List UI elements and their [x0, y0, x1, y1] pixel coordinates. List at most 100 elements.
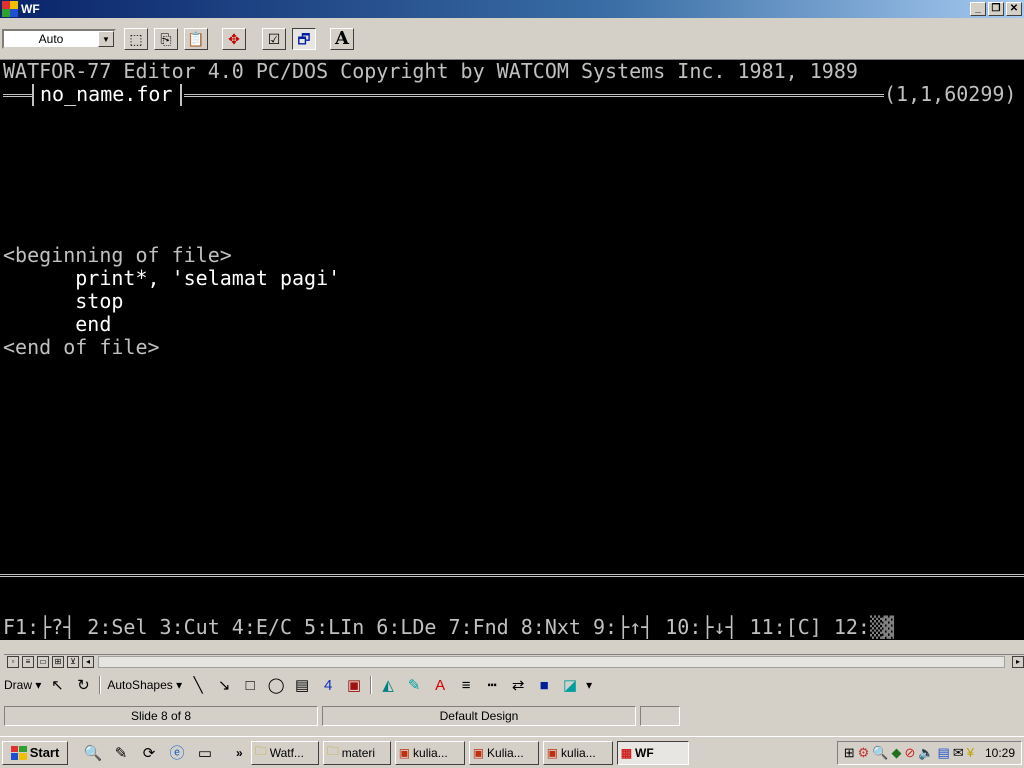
tray-icon[interactable]: ◆ — [891, 745, 901, 761]
line-color-icon[interactable]: ✎ — [404, 675, 424, 695]
code-line: <beginning of file> — [3, 243, 232, 267]
autoshapes-menu[interactable]: AutoShapes ▾ — [107, 678, 182, 692]
view-bar: ▫ ≡ ▭ ⊞ ⊻ ◂ ▸ — [4, 654, 1024, 668]
code-line: stop — [3, 289, 124, 313]
font-button[interactable]: A — [330, 28, 354, 50]
cursor-position: (1,1,60299) — [884, 82, 1017, 106]
tray-icon[interactable]: ⊞ — [844, 745, 855, 761]
properties-icon: ☑ — [267, 31, 281, 47]
tray-icon[interactable]: ▤ — [938, 745, 950, 761]
more-buttons-icon[interactable]: ▾ — [586, 678, 592, 692]
arrow-icon[interactable]: ↘ — [214, 675, 234, 695]
3d-icon[interactable]: ◪ — [560, 675, 580, 695]
background-icon: 🗗 — [297, 31, 311, 47]
shadow-icon[interactable]: ■ — [534, 675, 554, 695]
function-key-bar: F1:├?┤ 2:Sel 3:Cut 4:E/C 5:LIn 6:LDe 7:F… — [3, 616, 894, 639]
minimize-button[interactable]: _ — [970, 2, 986, 16]
quick-launch: 🔍 ✎ ⟳ ⓔ ▭ — [82, 742, 216, 764]
powerpoint-icon: ▣ — [398, 745, 411, 760]
draw-menu[interactable]: Draw ▾ — [4, 678, 41, 692]
fullscreen-button[interactable]: ✥ — [222, 28, 246, 50]
arrow-style-icon[interactable]: ⇄ — [508, 675, 528, 695]
mark-button[interactable]: ⬚ — [124, 28, 148, 50]
scroll-right-button[interactable]: ▸ — [1012, 655, 1024, 668]
normal-view-button[interactable]: ▫ — [7, 655, 19, 668]
separator — [99, 676, 102, 694]
task-button[interactable]: 🗀 Watf... — [250, 740, 319, 765]
tray-icon[interactable]: ✉ — [953, 745, 964, 761]
rectangle-icon[interactable]: □ — [240, 675, 260, 695]
paste-button[interactable]: 📋 — [184, 28, 208, 50]
copy-icon: ⎘ — [160, 31, 172, 47]
sync-icon[interactable]: ⟳ — [138, 742, 160, 764]
properties-button[interactable]: ☑ — [262, 28, 286, 50]
dos-screen[interactable]: WATFOR-77 Editor 4.0 PC/DOS Copyright by… — [0, 60, 1024, 640]
editor-banner: WATFOR-77 Editor 4.0 PC/DOS Copyright by… — [3, 60, 858, 83]
start-label: Start — [29, 745, 60, 760]
code-line: end — [3, 312, 112, 336]
status-divider — [0, 574, 1024, 577]
pointer-icon[interactable]: ↖ — [47, 675, 67, 695]
horizontal-scrollbar[interactable] — [98, 655, 1005, 668]
start-button[interactable]: Start — [2, 740, 68, 765]
windows-logo-icon — [10, 745, 27, 760]
rotate-icon[interactable]: ↻ — [73, 675, 93, 695]
edit-icon[interactable]: ✎ — [110, 742, 132, 764]
task-label: Watf... — [269, 745, 304, 760]
title-rule-left — [3, 94, 33, 97]
font-size-value: Auto — [38, 32, 64, 46]
tray-icon[interactable]: ⚙ — [858, 745, 870, 761]
tray-icon[interactable]: 🔍 — [872, 745, 888, 761]
status-bar: Slide 8 of 8 Default Design — [4, 706, 1024, 728]
design-status: Default Design — [322, 706, 636, 726]
title-rule-right — [184, 94, 884, 97]
tray-icon[interactable]: ⊘ — [904, 745, 915, 761]
fill-color-icon[interactable]: ◭ — [378, 675, 398, 695]
outline-view-button[interactable]: ≡ — [22, 655, 34, 668]
more-chevron-icon[interactable]: » — [236, 746, 243, 760]
textbox-icon[interactable]: ▤ — [292, 675, 312, 695]
autoshapes-label: AutoShapes — [107, 678, 173, 692]
oval-icon[interactable]: ◯ — [266, 675, 286, 695]
wordart-icon[interactable]: 4 — [318, 675, 338, 695]
tray-icon[interactable]: ¥ — [967, 745, 974, 760]
scroll-left-button[interactable]: ◂ — [82, 655, 94, 668]
maximize-button[interactable]: ❐ — [988, 2, 1004, 16]
drawing-toolbar: Draw ▾ ↖ ↻ AutoShapes ▾ ╲ ↘ □ ◯ ▤ 4 ▣ ◭ … — [4, 672, 1024, 698]
font-color-icon[interactable]: A — [430, 675, 450, 695]
app-icon: ▦ — [620, 745, 633, 760]
background-button[interactable]: 🗗 — [292, 28, 316, 50]
code-line: <end of file> — [3, 335, 160, 359]
task-label: Kulia... — [487, 745, 524, 760]
task-button[interactable]: 🗀 materi — [322, 740, 391, 765]
slide-view-button[interactable]: ▭ — [37, 655, 49, 668]
dash-style-icon[interactable]: ┅ — [482, 675, 502, 695]
folder-icon: 🗀 — [326, 744, 339, 758]
chevron-down-icon[interactable]: ▼ — [98, 31, 114, 47]
presentation-app: ▫ ≡ ▭ ⊞ ⊻ ◂ ▸ Draw ▾ ↖ ↻ AutoShapes ▾ ╲ … — [0, 640, 1024, 736]
task-button[interactable]: ▣ Kulia... — [468, 740, 539, 765]
line-style-icon[interactable]: ≡ — [456, 675, 476, 695]
slideshow-button[interactable]: ⊻ — [67, 655, 79, 668]
paste-icon: 📋 — [187, 31, 205, 47]
sorter-view-button[interactable]: ⊞ — [52, 655, 64, 668]
volume-icon[interactable]: 🔈 — [918, 745, 934, 761]
task-button-active[interactable]: ▦ WF — [616, 740, 689, 765]
app-icon[interactable] — [2, 1, 18, 17]
title-rule-tick — [32, 84, 34, 106]
folder-icon: 🗀 — [254, 744, 267, 758]
task-button[interactable]: ▣ kulia... — [394, 740, 465, 765]
clipart-icon[interactable]: ▣ — [344, 675, 364, 695]
line-icon[interactable]: ╲ — [188, 675, 208, 695]
mark-icon: ⬚ — [129, 31, 143, 47]
font-size-select[interactable]: Auto ▼ — [2, 29, 116, 49]
separator — [370, 676, 373, 694]
status-spell-cell — [640, 706, 680, 726]
title-bar[interactable]: WF _ ❐ ✕ — [0, 0, 1024, 18]
desktop-icon[interactable]: ▭ — [194, 742, 216, 764]
search-icon[interactable]: 🔍 — [82, 742, 104, 764]
copy-button[interactable]: ⎘ — [154, 28, 178, 50]
browser-icon[interactable]: ⓔ — [166, 742, 188, 764]
close-button[interactable]: ✕ — [1006, 2, 1022, 16]
task-button[interactable]: ▣ kulia... — [542, 740, 613, 765]
